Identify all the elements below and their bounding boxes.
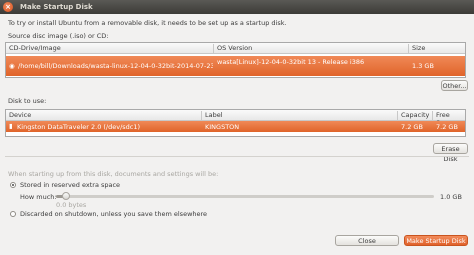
window-titlebar: × Make Startup Disk — [0, 0, 474, 14]
slider-handle[interactable] — [61, 192, 70, 200]
source-image-path: /home/bill/Downloads/wasta-linux-12-04-0… — [18, 62, 213, 70]
erase-disk-button[interactable]: Erase Disk — [433, 143, 468, 163]
source-table-header: CD-Drive/Image OS Version Size — [6, 43, 465, 54]
options-heading: When starting up from this disk, documen… — [8, 170, 219, 178]
disk-table[interactable]: Device Label Capacity Free Space ▮ Kings… — [5, 109, 466, 137]
disk-free-space: 7.2 GB — [436, 123, 458, 131]
disc-icon: ◉ — [9, 62, 15, 70]
disk-device: Kingston DataTraveler 2.0 (/dev/sdc1) — [17, 123, 141, 131]
window-title: Make Startup Disk — [20, 3, 93, 11]
how-much-slider[interactable] — [56, 192, 434, 200]
disk-label: Disk to use: — [8, 97, 47, 105]
slider-min-label: 0.0 bytes — [56, 201, 87, 209]
disk-label-value: KINGSTON — [205, 123, 240, 131]
discard-radio[interactable] — [10, 211, 16, 217]
source-row[interactable]: ◉ /home/bill/Downloads/wasta-linux-12-04… — [6, 56, 465, 76]
source-os-version: wasta[Linux]-12-04-0-32bit 13 - Release … — [217, 59, 365, 66]
source-table[interactable]: CD-Drive/Image OS Version Size ◉ /home/b… — [5, 42, 466, 78]
source-size: 1.3 GB — [412, 62, 434, 70]
source-label: Source disc image (.iso) or CD: — [8, 32, 109, 40]
slider-max-label: 1.0 GB — [440, 193, 462, 201]
column-header-capacity[interactable]: Capacity — [398, 111, 433, 120]
disk-row[interactable]: ▮ Kingston DataTraveler 2.0 (/dev/sdc1) … — [6, 121, 465, 132]
disk-capacity: 7.2 GB — [401, 123, 423, 131]
separator — [5, 156, 469, 157]
other-button[interactable]: Other... — [441, 80, 468, 91]
stored-radio[interactable] — [10, 182, 16, 188]
close-icon: × — [5, 3, 11, 11]
usb-drive-icon: ▮ — [9, 122, 13, 130]
intro-text: To try or install Ubuntu from a removabl… — [8, 19, 287, 27]
column-header-device[interactable]: Device — [6, 111, 202, 120]
make-startup-disk-button[interactable]: Make Startup Disk — [404, 235, 468, 246]
column-header-size[interactable]: Size — [409, 44, 466, 53]
column-header-image[interactable]: CD-Drive/Image — [6, 44, 214, 53]
close-button[interactable]: Close — [335, 235, 399, 246]
column-header-label[interactable]: Label — [202, 111, 398, 120]
stored-radio-label: Stored in reserved extra space — [20, 181, 121, 189]
column-header-os-version[interactable]: OS Version — [214, 44, 409, 53]
how-much-label: How much: — [20, 193, 57, 201]
discard-radio-label: Discarded on shutdown, unless you save t… — [20, 210, 208, 218]
window-close-button[interactable]: × — [3, 2, 13, 12]
disk-table-header: Device Label Capacity Free Space — [6, 110, 466, 127]
column-header-free-space[interactable]: Free Space — [433, 111, 466, 127]
